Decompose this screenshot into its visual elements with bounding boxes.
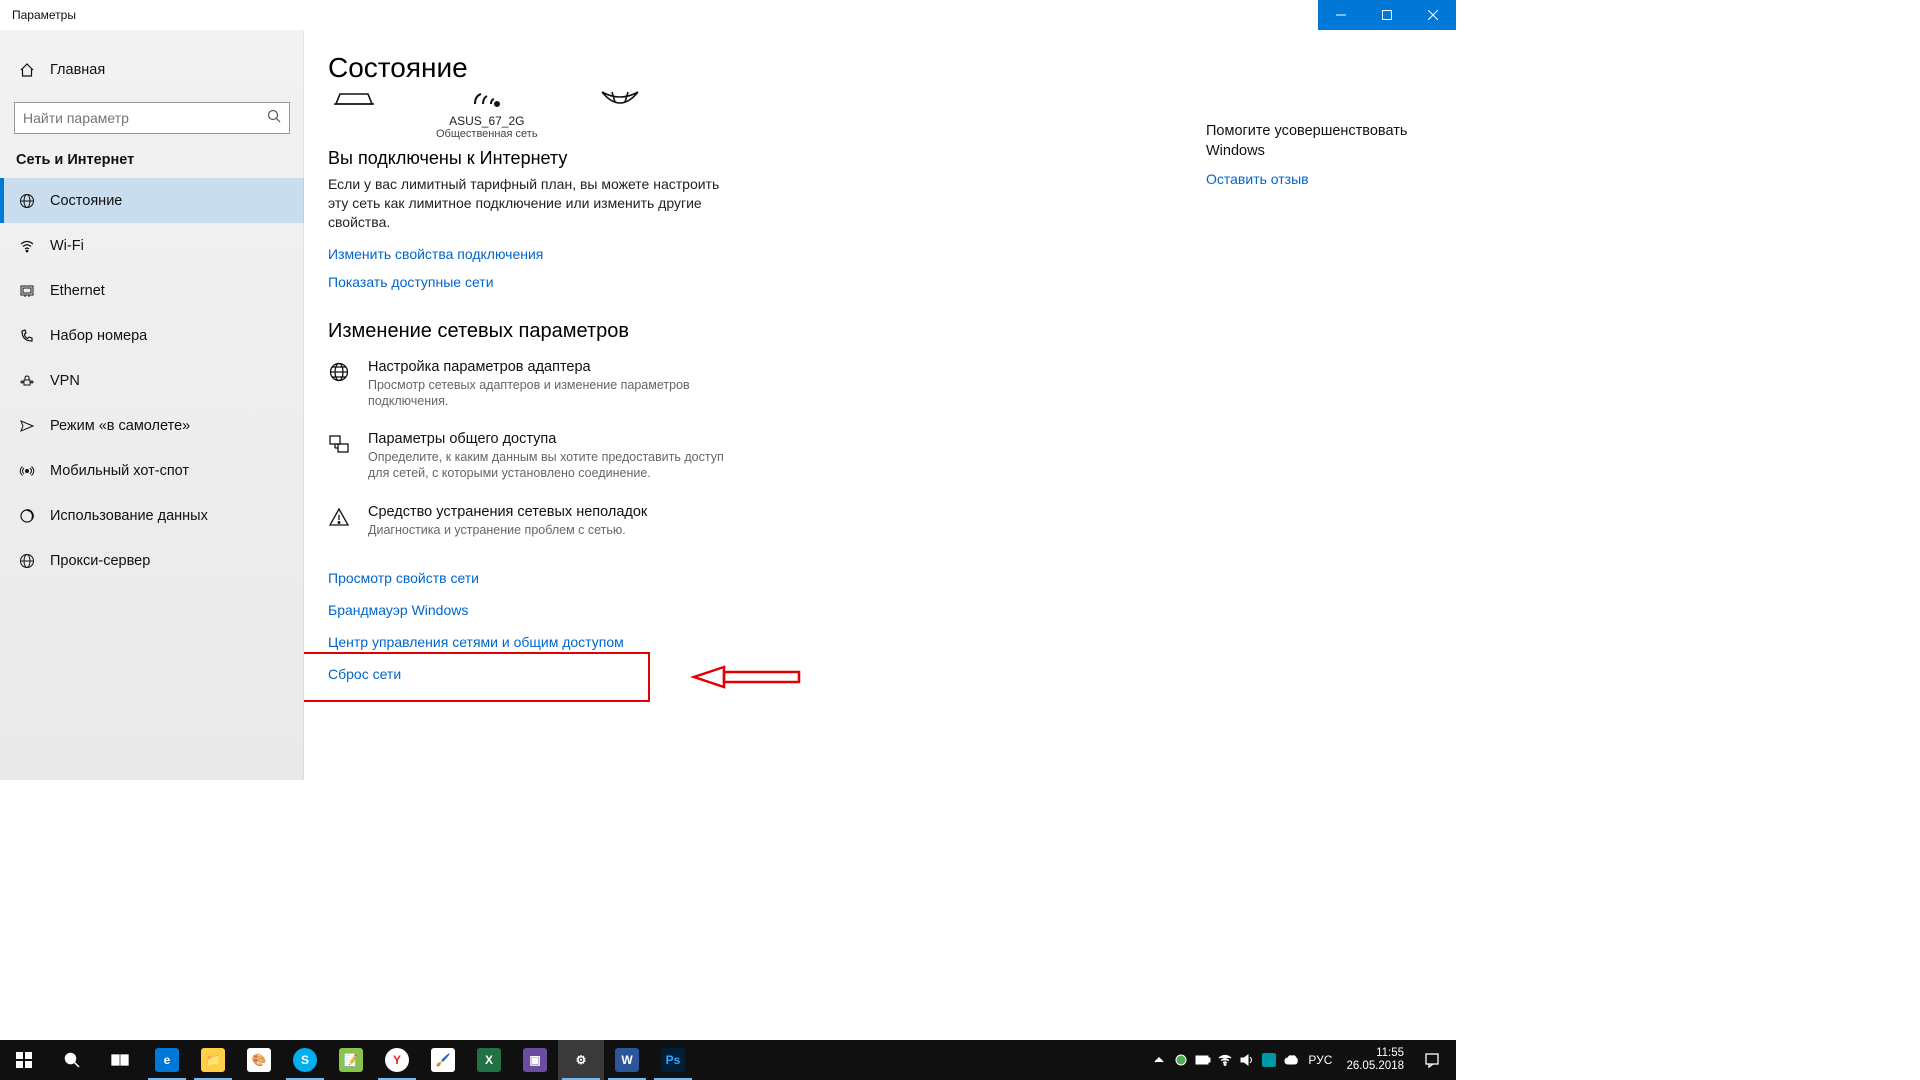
option-desc: Просмотр сетевых адаптеров и изменение п… [368,377,748,410]
sidebar-item-status[interactable]: Состояние [0,178,304,223]
globe-icon [328,359,354,388]
sidebar-item-hotspot[interactable]: Мобильный хот-спот [0,448,304,493]
taskbar-app-word[interactable]: W [604,1040,650,1080]
sidebar-item-label: Прокси-сервер [50,553,150,569]
option-adapter-settings[interactable]: Настройка параметров адаптера Просмотр с… [328,359,748,410]
start-button[interactable] [0,1040,48,1080]
tray-expand-icon[interactable] [1148,1040,1170,1080]
airplane-icon [18,418,36,434]
taskbar-app-paint[interactable]: 🎨 [236,1040,282,1080]
search-icon [267,109,281,128]
taskbar-app-skype[interactable]: S [282,1040,328,1080]
sidebar-item-airplane[interactable]: Режим «в самолете» [0,403,304,448]
link-change-connection-props[interactable]: Изменить свойства подключения [328,246,543,262]
content-area: Состояние ASUS_67_2G Общественная сеть В… [304,30,1456,780]
phone-icon [18,328,36,344]
warning-icon [328,504,354,533]
tray-time: 11:55 [1376,1047,1404,1060]
ethernet-icon [18,283,36,299]
tray-language[interactable]: РУС [1302,1040,1338,1080]
tray-wifi-icon[interactable] [1214,1040,1236,1080]
data-usage-icon [18,508,36,524]
sidebar-item-label: Мобильный хот-спот [50,463,189,479]
taskbar: e 📁 🎨 S 📝 Y 🖌️ X ▣ ⚙ W Ps РУС 11:55 26.0… [0,1040,1456,1080]
tray-notifications[interactable] [1412,1040,1452,1080]
sharing-icon [328,431,354,460]
home-button[interactable]: Главная [0,50,304,90]
tray-app-icon[interactable] [1258,1040,1280,1080]
sidebar-item-label: VPN [50,373,80,389]
taskbar-app-excel[interactable]: X [466,1040,512,1080]
option-sharing-settings[interactable]: Параметры общего доступа Определите, к к… [328,431,748,482]
home-label: Главная [50,62,105,78]
sidebar-item-dialup[interactable]: Набор номера [0,313,304,358]
change-settings-heading: Изменение сетевых параметров [328,320,1426,343]
link-show-available-networks[interactable]: Показать доступные сети [328,274,494,290]
option-troubleshoot[interactable]: Средство устранения сетевых неполадок Ди… [328,504,748,538]
sidebar-item-proxy[interactable]: Прокси-сервер [0,538,304,583]
link-view-net-props[interactable]: Просмотр свойств сети [328,570,479,586]
taskbar-app-mspaint[interactable]: 🖌️ [420,1040,466,1080]
option-desc: Определите, к каким данным вы хотите пре… [368,449,748,482]
section-title: Сеть и Интернет [0,152,304,178]
wifi-node: ASUS_67_2G Общественная сеть [436,90,538,140]
connected-text: Если у вас лимитный тарифный план, вы мо… [328,175,728,232]
tray-cloud-icon[interactable] [1280,1040,1302,1080]
taskbar-app-edge[interactable]: e [144,1040,190,1080]
search-button[interactable] [48,1040,96,1080]
sidebar-item-label: Wi-Fi [50,238,84,254]
sidebar: Главная Сеть и Интернет Состояние Wi-Fi [0,30,304,780]
help-panel: Помогите усовершенствовать Windows Остав… [1206,122,1426,189]
option-title: Средство устранения сетевых неполадок [368,504,647,520]
network-type: Общественная сеть [436,128,538,140]
vpn-icon [18,373,36,389]
taskbar-app-screenrec[interactable]: ▣ [512,1040,558,1080]
help-title: Помогите усовершенствовать Windows [1206,122,1426,161]
sidebar-item-label: Состояние [50,193,122,209]
tray-security-icon[interactable] [1170,1040,1192,1080]
sidebar-item-vpn[interactable]: VPN [0,358,304,403]
page-title: Состояние [328,52,1426,84]
tray-clock[interactable]: 11:55 26.05.2018 [1338,1047,1412,1073]
taskbar-app-settings[interactable]: ⚙ [558,1040,604,1080]
sidebar-item-datausage[interactable]: Использование данных [0,493,304,538]
taskbar-app-notepad[interactable]: 📝 [328,1040,374,1080]
sidebar-item-label: Использование данных [50,508,208,524]
option-title: Настройка параметров адаптера [368,359,748,375]
sidebar-item-label: Ethernet [50,283,105,299]
link-network-sharing-center[interactable]: Центр управления сетями и общим доступом [328,634,624,650]
help-feedback-link[interactable]: Оставить отзыв [1206,171,1309,187]
taskbar-app-explorer[interactable]: 📁 [190,1040,236,1080]
option-title: Параметры общего доступа [368,431,748,447]
hotspot-icon [18,463,36,479]
tray-date: 26.05.2018 [1346,1060,1404,1073]
network-name: ASUS_67_2G [449,114,524,128]
sidebar-item-label: Набор номера [50,328,147,344]
option-desc: Диагностика и устранение проблем с сетью… [368,522,647,538]
close-button[interactable] [1410,0,1456,30]
titlebar: Параметры [0,0,1456,30]
taskbar-app-photoshop[interactable]: Ps [650,1040,696,1080]
search-field[interactable] [23,110,267,126]
search-input[interactable] [14,102,290,134]
link-firewall[interactable]: Брандмауэр Windows [328,602,468,618]
wifi-icon [18,238,36,254]
globe-node [598,90,642,112]
tray-battery-icon[interactable] [1192,1040,1214,1080]
globe-icon [18,193,36,209]
proxy-icon [18,553,36,569]
sidebar-item-ethernet[interactable]: Ethernet [0,268,304,313]
sidebar-item-label: Режим «в самолете» [50,418,190,434]
tray-volume-icon[interactable] [1236,1040,1258,1080]
link-network-reset[interactable]: Сброс сети [328,666,401,682]
maximize-button[interactable] [1364,0,1410,30]
sidebar-item-wifi[interactable]: Wi-Fi [0,223,304,268]
pc-icon [332,90,376,110]
home-icon [18,62,36,78]
window-title: Параметры [0,8,76,22]
taskbar-app-yandex[interactable]: Y [374,1040,420,1080]
minimize-button[interactable] [1318,0,1364,30]
taskview-button[interactable] [96,1040,144,1080]
